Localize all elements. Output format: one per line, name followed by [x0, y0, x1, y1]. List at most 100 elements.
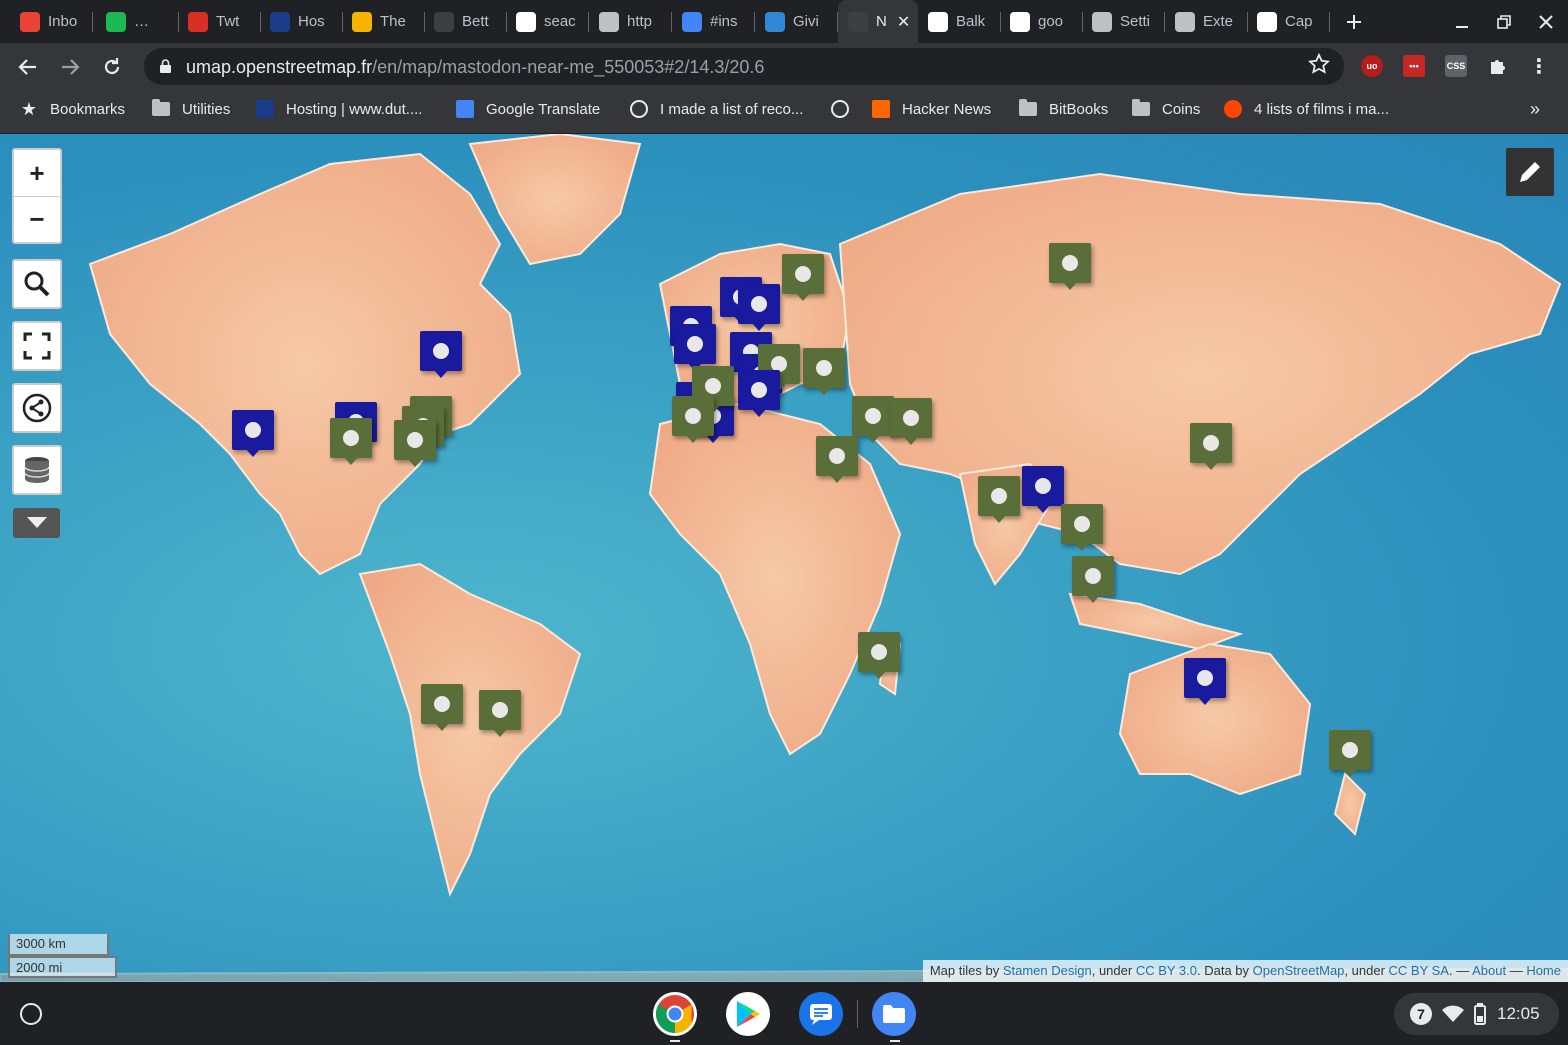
bookmark-item[interactable] — [831, 100, 861, 118]
address-bar[interactable]: umap.openstreetmap.fr/en/map/mastodon-ne… — [144, 48, 1344, 85]
restore-button[interactable] — [1490, 8, 1518, 36]
bookmark-item[interactable]: I made a list of reco... — [630, 100, 803, 118]
map-marker[interactable] — [421, 684, 463, 731]
share-button[interactable] — [12, 383, 62, 433]
tab-9[interactable]: Givi — [755, 0, 838, 43]
launcher-button[interactable] — [20, 1003, 42, 1025]
search-button[interactable] — [12, 259, 62, 309]
extensions-puzzle-icon[interactable] — [1487, 55, 1509, 77]
map-marker[interactable] — [1329, 730, 1371, 777]
messages-app-icon[interactable] — [799, 992, 843, 1036]
tab-3[interactable]: Hos — [260, 0, 343, 43]
menu-kebab-icon[interactable]: ⋮ — [1528, 55, 1550, 78]
bookmark-item[interactable]: Coins — [1132, 99, 1200, 118]
map-marker[interactable] — [1022, 466, 1064, 513]
map-marker[interactable] — [420, 331, 462, 378]
bookmark-item[interactable]: Utilities — [152, 99, 230, 118]
stamen-link[interactable]: Stamen Design — [1003, 963, 1092, 978]
map-marker[interactable] — [738, 370, 780, 417]
files-app-icon[interactable] — [872, 992, 916, 1036]
close-window-button[interactable] — [1532, 8, 1560, 36]
tab-6[interactable]: seac — [506, 0, 589, 43]
extension-red-icon[interactable]: ••• — [1403, 55, 1425, 77]
tab-12[interactable]: goo — [1000, 0, 1083, 43]
map-marker[interactable] — [1190, 423, 1232, 470]
cc-by-link[interactable]: CC BY 3.0 — [1136, 963, 1197, 978]
tab-label: Givi — [793, 13, 819, 30]
edit-map-button[interactable] — [1506, 148, 1554, 196]
map-marker[interactable] — [890, 398, 932, 445]
spotify-icon — [106, 11, 126, 32]
cc-by-sa-link[interactable]: CC BY SA — [1389, 963, 1449, 978]
new-tab-button[interactable] — [1340, 8, 1368, 36]
zoom-in-button[interactable]: + — [14, 150, 60, 196]
bookmark-item[interactable]: Hacker News — [872, 100, 991, 118]
map-marker[interactable] — [803, 348, 845, 395]
map-marker[interactable] — [782, 254, 824, 301]
map-marker[interactable] — [672, 396, 714, 443]
africa-shape — [648, 402, 902, 756]
tab-8[interactable]: #ins — [672, 0, 755, 43]
bookmark-item[interactable]: ★ Bookmarks — [20, 99, 125, 119]
tab-1[interactable]: … — [96, 0, 179, 43]
tab-5[interactable]: Bett — [424, 0, 507, 43]
tab-4[interactable]: The — [342, 0, 425, 43]
map-marker[interactable] — [394, 420, 436, 467]
tab-15[interactable]: Cap — [1247, 0, 1330, 43]
map-marker[interactable] — [330, 418, 372, 465]
marker-tip — [829, 474, 845, 483]
map-canvas[interactable]: + − 3000 km 2000 mi Map tiles by Stamen … — [0, 134, 1568, 982]
osm-link[interactable]: OpenStreetMap — [1253, 963, 1345, 978]
map-marker[interactable] — [858, 632, 900, 679]
clock: 12:05 — [1497, 1004, 1540, 1023]
bookmarks-overflow-button[interactable]: » — [1530, 99, 1540, 120]
map-marker[interactable] — [479, 690, 521, 737]
bookmark-item[interactable]: Google Translate — [456, 100, 600, 118]
minimize-button[interactable] — [1448, 8, 1476, 36]
tab-10[interactable]: N ✕ — [838, 0, 918, 43]
tab-2[interactable]: Twt — [178, 0, 261, 43]
map-marker[interactable] — [232, 410, 274, 457]
marker-dot — [1085, 568, 1101, 584]
map-marker[interactable] — [852, 396, 894, 443]
bookmark-star-button[interactable] — [1307, 52, 1331, 81]
map-marker[interactable] — [816, 436, 858, 483]
about-link[interactable]: About — [1472, 963, 1506, 978]
tab-7[interactable]: http — [589, 0, 672, 43]
chrome-app-icon[interactable] — [653, 992, 697, 1036]
zoom-out-button[interactable]: − — [14, 197, 60, 242]
globe-icon — [630, 100, 648, 118]
ublock-icon[interactable]: uo — [1361, 55, 1383, 77]
chromeos-shelf: 7 12:05 — [0, 982, 1568, 1045]
bookmark-item[interactable]: Hosting | www.dut.... — [256, 100, 422, 118]
home-link[interactable]: Home — [1526, 963, 1561, 978]
forward-button[interactable] — [54, 51, 86, 83]
map-marker[interactable] — [674, 324, 716, 371]
bookmark-item[interactable]: 4 lists of films i ma... — [1224, 100, 1389, 118]
fullscreen-button[interactable] — [12, 321, 62, 371]
marker-dot — [433, 343, 449, 359]
tab-11[interactable]: Balk — [918, 0, 1001, 43]
tab-14[interactable]: Exte — [1165, 0, 1248, 43]
close-tab-icon[interactable]: ✕ — [897, 12, 910, 32]
bookmark-label: Hacker News — [902, 100, 992, 118]
map-marker[interactable] — [978, 476, 1020, 523]
reload-button[interactable] — [96, 51, 128, 83]
tab-13[interactable]: Setti — [1082, 0, 1165, 43]
scale-km: 3000 km — [8, 934, 109, 956]
map-marker[interactable] — [1061, 504, 1103, 551]
status-tray[interactable]: 7 12:05 — [1394, 993, 1559, 1035]
map-marker[interactable] — [1072, 556, 1114, 603]
tab-0[interactable]: Inbo — [10, 0, 93, 43]
map-marker[interactable] — [738, 284, 780, 331]
more-controls-toggle[interactable] — [13, 508, 60, 538]
restore-icon — [1497, 15, 1511, 29]
layers-button[interactable] — [12, 445, 62, 495]
bookmark-item[interactable]: BitBooks — [1019, 99, 1108, 118]
map-marker[interactable] — [1184, 658, 1226, 705]
notification-badge[interactable]: 7 — [1410, 1003, 1432, 1025]
map-marker[interactable] — [1049, 243, 1091, 290]
css-extension-icon[interactable]: CSS — [1445, 55, 1467, 77]
back-button[interactable] — [12, 51, 44, 83]
play-store-icon[interactable] — [726, 992, 770, 1036]
